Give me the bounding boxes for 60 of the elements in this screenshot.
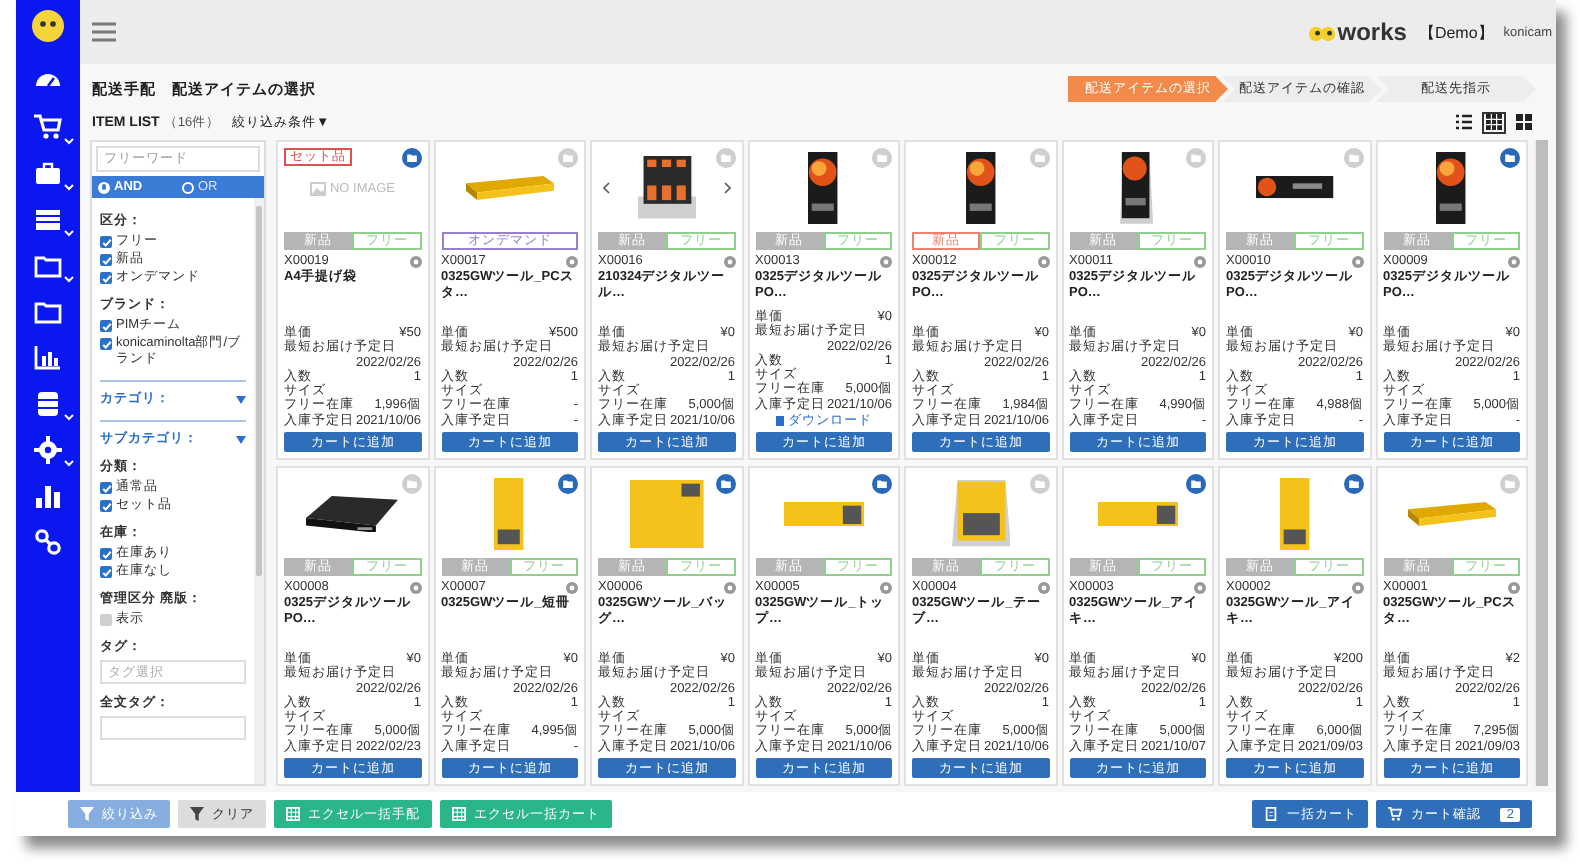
folder-icon [34,298,62,326]
folder-icon[interactable] [1186,474,1206,494]
database-icon [34,390,62,418]
dropdown-arrow-icon [236,435,246,443]
scrollbar[interactable] [254,198,264,784]
product-photo [965,151,996,225]
chevron-icon [64,230,74,238]
product-photo [1436,151,1467,225]
cart-icon [1388,806,1403,822]
filter-icon [80,806,94,822]
product-photo [637,156,696,220]
chevron-icon [64,138,74,146]
chevron-icon [64,414,74,422]
edition-label: 【Demo】 [1418,21,1494,43]
cart-icon [34,114,62,142]
chevron-icon [64,460,74,468]
document-icon [1264,806,1279,822]
folder-icon[interactable] [715,474,735,494]
bar-chart-icon [34,482,62,510]
spreadsheet-icon [286,806,300,822]
image-icon [309,181,326,195]
product-photo [783,501,864,527]
spreadsheet-icon [452,806,466,822]
product-photo [1407,502,1496,526]
folder-icon[interactable] [401,148,421,168]
tile-view-toggle[interactable] [1512,111,1536,133]
filter-icon [190,806,204,822]
product-photo [808,151,839,225]
table-icon [34,206,62,234]
folder-icon[interactable] [1343,474,1363,494]
product-photo [465,176,554,200]
product-photo [951,480,1010,548]
folder-icon[interactable] [558,474,578,494]
dropdown-arrow-icon [236,395,246,403]
scrollbar[interactable] [1534,140,1548,786]
folder-icon[interactable] [1500,148,1520,168]
grid-view-toggle[interactable] [1482,111,1506,133]
product-photo [494,477,525,551]
tile-view-icon [1516,114,1532,130]
chart-icon [34,344,62,372]
menu-icon[interactable] [92,22,116,42]
tag-input-field[interactable] [100,716,246,740]
list-view-icon [1456,114,1472,130]
folder-icon [34,252,62,280]
link-icon [34,528,62,556]
list-view-toggle[interactable] [1452,111,1476,133]
mascot-logo[interactable] [32,10,64,42]
chevron-icon [64,276,74,284]
briefcase-icon [34,160,62,188]
folder-icon[interactable] [872,474,892,494]
grid-view-icon [1486,114,1502,130]
eyes-logo-icon [1307,23,1336,41]
chevron-icon [64,184,74,192]
product-photo [1097,501,1178,527]
product-photo [1255,176,1334,200]
product-photo [629,479,704,549]
product-photo [1120,152,1155,224]
product-photo [1279,477,1310,551]
product-photo [306,495,399,533]
logo-text: works [1337,18,1407,46]
